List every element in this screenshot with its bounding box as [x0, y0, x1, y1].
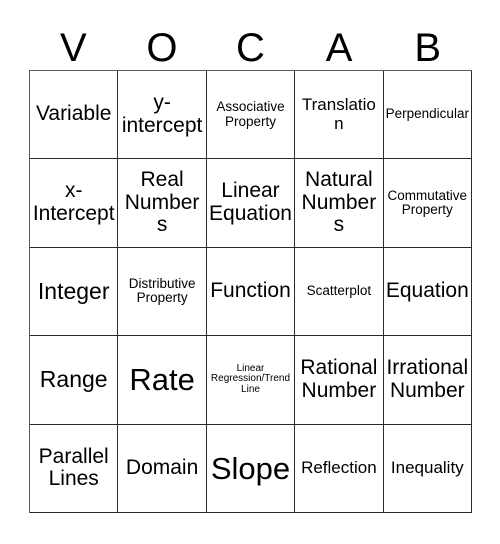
- bingo-cell-label: y-intercept: [121, 91, 203, 137]
- bingo-cell-r4c4[interactable]: Rational Number: [295, 336, 384, 425]
- bingo-cell-r5c3[interactable]: Slope: [206, 424, 296, 513]
- bingo-cell-r1c2[interactable]: y-intercept: [118, 71, 207, 160]
- bingo-cell-label: Function: [210, 279, 291, 303]
- bingo-cell-label: Equation: [385, 279, 469, 303]
- bingo-cell-r5c5[interactable]: Inequality: [383, 424, 472, 513]
- bingo-grid: Variable y-intercept Associative Property Tr…: [29, 70, 472, 513]
- bingo-cell-label: Integer: [37, 278, 110, 305]
- bingo-cell-r1c5[interactable]: Perpendicular: [383, 71, 472, 160]
- bingo-cell-label: Rational Number: [300, 356, 378, 402]
- bingo-cell-label: Natural Numbers: [301, 168, 377, 237]
- bingo-cell-label: Translation: [301, 95, 376, 133]
- bingo-cell-r3c1[interactable]: Integer: [30, 247, 119, 337]
- bingo-cell-r2c4[interactable]: Natural Numbers: [295, 159, 384, 248]
- bingo-cell-r4c3[interactable]: Linear Regression/Trend Line: [206, 336, 296, 425]
- header-letter-2: C: [236, 26, 265, 70]
- bingo-card: V O C A B Variable y-intercept Associative…: [0, 0, 500, 544]
- bingo-cell-r5c4[interactable]: Reflection: [295, 424, 384, 513]
- bingo-cell-r5c1[interactable]: Parallel Lines: [30, 424, 119, 513]
- bingo-cell-label: Associative Property: [216, 99, 285, 129]
- bingo-cell-r3c3[interactable]: Function: [206, 247, 296, 337]
- bingo-cell-r3c5[interactable]: Equation: [383, 247, 472, 337]
- bingo-cell-r1c3[interactable]: Associative Property: [206, 71, 296, 160]
- bingo-cell-label: Rate: [129, 362, 195, 398]
- bingo-cell-label: Linear Equation: [209, 179, 292, 226]
- bingo-cell-r1c4[interactable]: Translation: [295, 71, 384, 160]
- bingo-cell-label: Scatterplot: [306, 283, 372, 299]
- bingo-cell-r3c2[interactable]: Distributive Property: [118, 247, 207, 337]
- bingo-cell-label: Range: [39, 366, 108, 393]
- bingo-cell-r2c3[interactable]: Linear Equation: [206, 159, 296, 248]
- header-letter-4: B: [414, 26, 442, 70]
- bingo-cell-label: Commutative Property: [387, 187, 468, 218]
- bingo-cell-label: Perpendicular: [385, 106, 469, 122]
- bingo-cell-r4c5[interactable]: Irrational Number: [383, 336, 472, 425]
- bingo-cell-r2c2[interactable]: Real Numbers: [118, 159, 207, 248]
- bingo-cell-r4c1[interactable]: Range: [30, 336, 119, 425]
- bingo-cell-label: x- Intercept: [32, 179, 115, 226]
- bingo-cell-label: Variable: [35, 102, 112, 126]
- bingo-cell-label: Parallel Lines: [38, 444, 109, 491]
- bingo-cell-r3c4[interactable]: Scatterplot: [295, 247, 384, 337]
- bingo-cell-label: Distributive Property: [128, 275, 196, 306]
- header-letter-0: V: [59, 26, 87, 70]
- bingo-cell-r2c1[interactable]: x- Intercept: [30, 159, 119, 248]
- bingo-cell-label: Real Numbers: [124, 168, 200, 237]
- bingo-cell-r5c2[interactable]: Domain: [118, 424, 207, 513]
- bingo-cell-label: Domain: [125, 455, 199, 479]
- bingo-cell-label: Inequality: [390, 458, 464, 478]
- bingo-cell-r2c5[interactable]: Commutative Property: [383, 159, 472, 248]
- bingo-cell-label: Irrational Number: [386, 356, 469, 402]
- header-letter-1: O: [146, 26, 178, 70]
- bingo-cell-label: Linear Regression/Trend Line: [210, 362, 291, 396]
- bingo-cell-label: Reflection: [301, 458, 377, 478]
- bingo-cell-label: Slope: [210, 450, 291, 486]
- header-letter-3: A: [325, 26, 353, 70]
- bingo-cell-r4c2[interactable]: Rate: [118, 336, 207, 425]
- bingo-cell-r1c1[interactable]: Variable: [30, 71, 119, 160]
- bingo-header-letters: V O C A B: [29, 14, 472, 70]
